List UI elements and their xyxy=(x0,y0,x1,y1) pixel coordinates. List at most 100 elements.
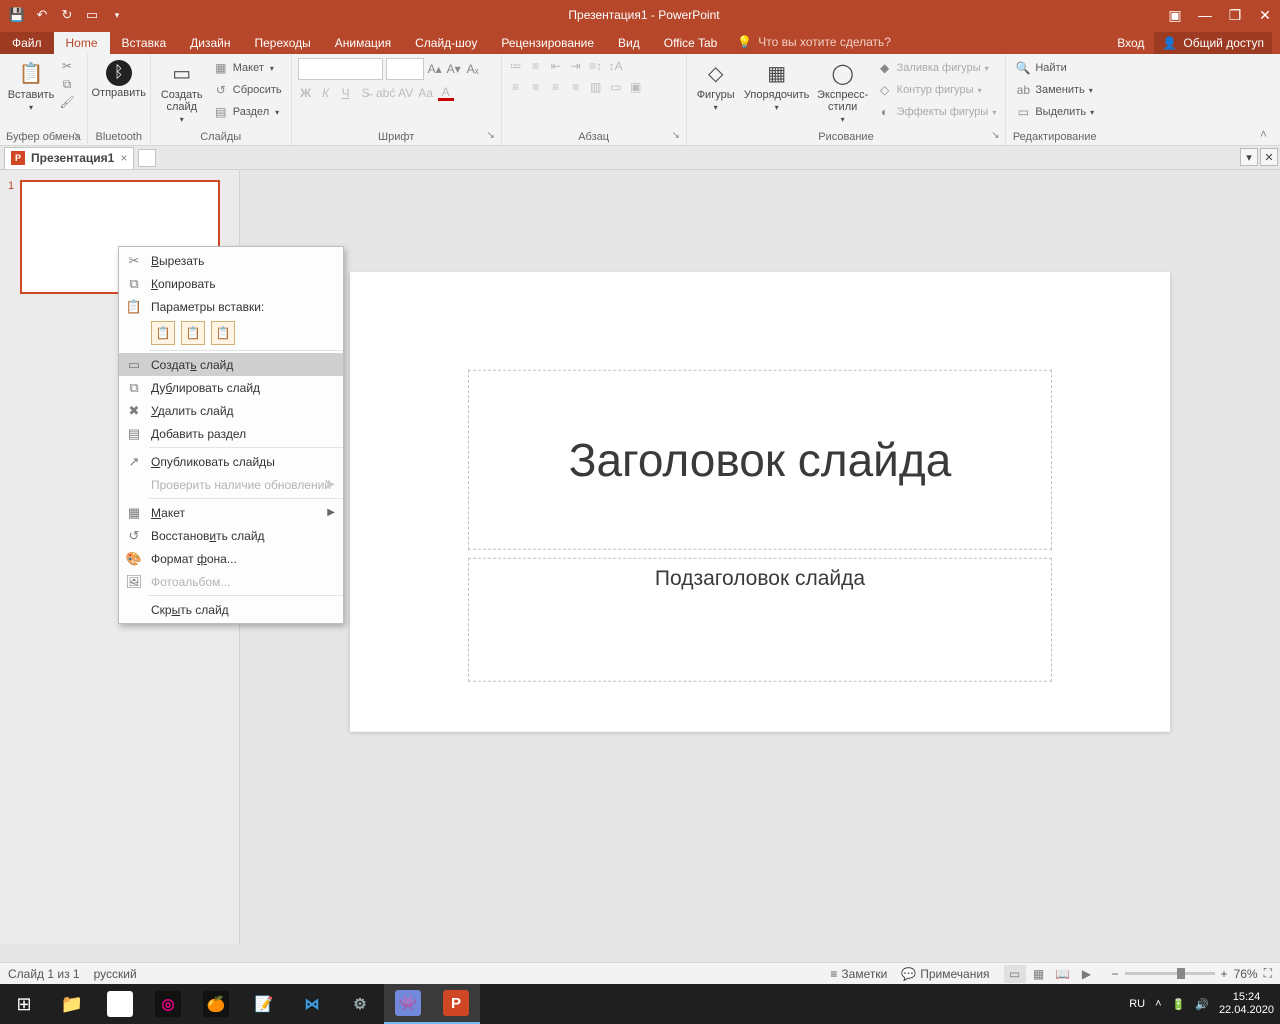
increase-indent-icon[interactable]: ⇥ xyxy=(568,58,584,74)
new-tab-button[interactable] xyxy=(138,149,156,167)
menu-delete-slide[interactable]: ✖Удалить слайд xyxy=(119,399,343,422)
redo-icon[interactable]: ↻ xyxy=(56,4,78,26)
font-size-combo[interactable] xyxy=(386,58,424,80)
paste-keep-source-icon[interactable]: 📋 xyxy=(181,321,205,345)
taskbar-discord[interactable]: 👾 xyxy=(384,984,432,1024)
align-left-icon[interactable]: ≡ xyxy=(508,79,524,95)
justify-icon[interactable]: ≡ xyxy=(568,79,584,95)
qat-dropdown-icon[interactable]: ▾ xyxy=(106,4,128,26)
start-from-beginning-icon[interactable]: ▭ xyxy=(81,4,103,26)
font-family-combo[interactable] xyxy=(298,58,383,80)
taskbar-vscode[interactable]: ⋈ xyxy=(288,984,336,1024)
dialog-launcher-icon[interactable]: ↘ xyxy=(670,130,682,142)
tray-chevron-icon[interactable]: ˄ xyxy=(1155,998,1161,1010)
tab-insert[interactable]: Вставка xyxy=(110,32,179,54)
shape-fill-button[interactable]: ◆Заливка фигуры▾ xyxy=(874,58,1000,78)
font-color-icon[interactable]: A xyxy=(438,85,454,101)
tray-clock[interactable]: 15:24 22.04.2020 xyxy=(1219,991,1274,1017)
slideshow-view-icon[interactable]: ▶ xyxy=(1076,965,1098,983)
tab-animations[interactable]: Анимация xyxy=(323,32,403,54)
copy-icon[interactable]: ⧉ xyxy=(59,76,75,92)
tab-officetab[interactable]: Office Tab xyxy=(652,32,730,54)
increase-font-icon[interactable]: A▴ xyxy=(427,61,443,77)
decrease-font-icon[interactable]: A▾ xyxy=(446,61,462,77)
arrange-button[interactable]: ▦ Упорядочить▾ xyxy=(742,58,812,116)
format-painter-icon[interactable]: 🖌 xyxy=(59,94,75,110)
undo-icon[interactable]: ↶ xyxy=(31,4,53,26)
zoom-in-icon[interactable]: + xyxy=(1221,967,1228,981)
section-button[interactable]: ▤Раздел▾ xyxy=(210,102,285,122)
zoom-control[interactable]: − + 76% ⛶ xyxy=(1112,966,1272,981)
clear-formatting-icon[interactable]: Aₓ xyxy=(465,61,481,77)
zoom-slider[interactable] xyxy=(1125,972,1215,975)
tab-close-icon[interactable]: ✕ xyxy=(1260,148,1278,166)
align-text-icon[interactable]: ▭ xyxy=(608,79,624,95)
line-spacing-icon[interactable]: ≡↕ xyxy=(588,58,604,74)
tray-battery-icon[interactable]: 🔋 xyxy=(1172,998,1186,1011)
close-tab-icon[interactable]: × xyxy=(120,151,127,165)
document-tab[interactable]: P Презентация1 × xyxy=(4,147,134,169)
tab-dropdown-icon[interactable]: ▾ xyxy=(1240,148,1258,166)
change-case-icon[interactable]: Aa xyxy=(418,85,434,101)
columns-icon[interactable]: ▥ xyxy=(588,79,604,95)
strikethrough-icon[interactable]: S̶ xyxy=(358,85,374,101)
align-right-icon[interactable]: ≡ xyxy=(548,79,564,95)
subtitle-placeholder[interactable]: Подзаголовок слайда xyxy=(468,558,1052,682)
tab-slideshow[interactable]: Слайд-шоу xyxy=(403,32,489,54)
reading-view-icon[interactable]: 📖 xyxy=(1052,965,1074,983)
normal-view-icon[interactable]: ▭ xyxy=(1004,965,1026,983)
menu-publish-slides[interactable]: ↗Опубликовать слайды xyxy=(119,450,343,473)
paste-use-destination-icon[interactable]: 📋 xyxy=(151,321,175,345)
italic-icon[interactable]: К xyxy=(318,85,334,101)
taskbar-powerpoint[interactable]: P xyxy=(432,984,480,1024)
ribbon-display-icon[interactable]: ▣ xyxy=(1160,0,1190,30)
tray-language[interactable]: RU xyxy=(1129,998,1145,1010)
shadow-icon[interactable]: abć xyxy=(378,85,394,101)
comments-button[interactable]: 💬Примечания xyxy=(901,967,989,981)
tray-sound-icon[interactable]: 🔊 xyxy=(1195,998,1209,1011)
replace-button[interactable]: abЗаменить▾ xyxy=(1012,80,1097,100)
numbering-icon[interactable]: ≡ xyxy=(528,58,544,74)
menu-new-slide[interactable]: ▭Создать слайд xyxy=(119,353,343,376)
menu-duplicate-slide[interactable]: ⧉Дублировать слайд xyxy=(119,376,343,399)
decrease-indent-icon[interactable]: ⇤ xyxy=(548,58,564,74)
tab-view[interactable]: Вид xyxy=(606,32,652,54)
taskbar-app-3[interactable]: 📝 xyxy=(240,984,288,1024)
zoom-out-icon[interactable]: − xyxy=(1112,967,1119,981)
fit-to-window-icon[interactable]: ⛶ xyxy=(1264,966,1272,981)
bold-icon[interactable]: Ж xyxy=(298,85,314,101)
minimize-icon[interactable]: — xyxy=(1190,0,1220,30)
find-button[interactable]: 🔍Найти xyxy=(1012,58,1097,78)
shapes-button[interactable]: ◇ Фигуры▾ xyxy=(693,58,739,116)
reset-button[interactable]: ↺Сбросить xyxy=(210,80,285,100)
taskbar-app-2[interactable]: 🍊 xyxy=(192,984,240,1024)
taskbar-app-1[interactable]: ◎ xyxy=(144,984,192,1024)
quick-styles-button[interactable]: ◯ Экспресс- стили▾ xyxy=(815,58,871,128)
close-icon[interactable]: ✕ xyxy=(1250,0,1280,30)
send-bluetooth-button[interactable]: ᛒ Отправить xyxy=(94,58,144,101)
menu-format-background[interactable]: 🎨Формат фона... xyxy=(119,547,343,570)
sign-in-link[interactable]: Вход xyxy=(1117,36,1144,50)
notes-button[interactable]: ≡Заметки xyxy=(830,967,887,981)
underline-icon[interactable]: Ч xyxy=(338,85,354,101)
text-direction-icon[interactable]: ↕A xyxy=(608,58,624,74)
collapse-ribbon-icon[interactable]: ˄ xyxy=(1260,127,1276,143)
menu-reset-slide[interactable]: ↺Восстановить слайд xyxy=(119,524,343,547)
paste-button[interactable]: 📋 Вставить ▾ xyxy=(6,58,56,116)
taskbar-file-explorer[interactable]: 📁 xyxy=(48,984,96,1024)
title-placeholder[interactable]: Заголовок слайда xyxy=(468,370,1052,550)
language-indicator[interactable]: русский xyxy=(94,967,137,981)
shape-outline-button[interactable]: ◇Контур фигуры▾ xyxy=(874,80,1000,100)
menu-layout[interactable]: ▦Макет▶ xyxy=(119,501,343,524)
tab-file[interactable]: Файл xyxy=(0,32,54,54)
cut-icon[interactable]: ✂ xyxy=(59,58,75,74)
char-spacing-icon[interactable]: AV xyxy=(398,85,414,101)
align-center-icon[interactable]: ≡ xyxy=(528,79,544,95)
dialog-launcher-icon[interactable]: ↘ xyxy=(71,130,83,142)
slide-sorter-view-icon[interactable]: ▦ xyxy=(1028,965,1050,983)
tell-me-search[interactable]: 💡Что вы хотите сделать? xyxy=(729,30,899,54)
tab-home[interactable]: Home xyxy=(54,32,110,54)
dialog-launcher-icon[interactable]: ↘ xyxy=(989,130,1001,142)
menu-hide-slide[interactable]: Скрыть слайд xyxy=(119,598,343,621)
layout-button[interactable]: ▦Макет▾ xyxy=(210,58,285,78)
